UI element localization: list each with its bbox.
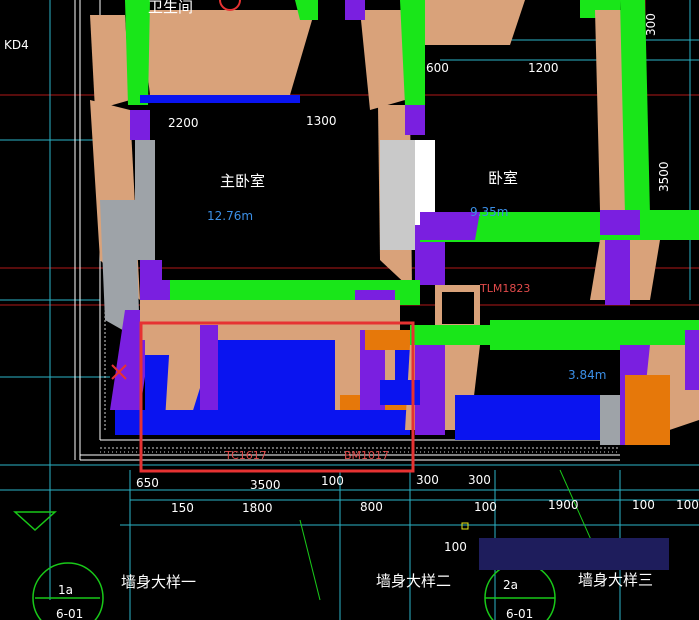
dim-100-c: 100 <box>632 498 655 512</box>
room-master-area: 12.76m <box>207 209 253 223</box>
door-bm: BM1017 <box>344 449 389 462</box>
room-master: 主卧室 <box>220 172 265 190</box>
dim-600: 600 <box>426 61 449 75</box>
door-tc: TC1617 <box>224 449 267 462</box>
dim-1900: 1900 <box>548 498 579 512</box>
dim-1300: 1300 <box>306 114 337 128</box>
dim-300-top: 300 <box>644 13 658 36</box>
dim-650: 650 <box>136 476 159 490</box>
tooltip-overlay <box>479 538 669 570</box>
axis-6-01-left: 6-01 <box>56 607 83 620</box>
dim-100-a: 100 <box>321 474 344 488</box>
top-room-label: 卫生间 <box>148 0 193 16</box>
dim-3500-vertical: 3500 <box>657 161 671 192</box>
dim-1800: 1800 <box>242 501 273 515</box>
circle-marker <box>219 0 241 11</box>
dim-300-a: 300 <box>416 473 439 487</box>
axis-2a: 2a <box>503 578 518 592</box>
dim-800: 800 <box>360 500 383 514</box>
dim-2200: 2200 <box>168 116 199 130</box>
axis-1a: 1a <box>58 583 73 597</box>
dim-300-b: 300 <box>468 473 491 487</box>
detail-label-2: 墙身大样二 <box>376 572 451 590</box>
area-right: 3.84m <box>568 368 606 382</box>
axis-6-01-right: 6-01 <box>506 607 533 620</box>
cad-3d-viewport[interactable]: 卫生间 KD4 600 1200 300 2200 1300 主卧室 12.76… <box>0 0 699 620</box>
snap-point-icon[interactable] <box>461 522 469 530</box>
axis-kd-label: KD4 <box>4 38 29 52</box>
dim-150: 150 <box>171 501 194 515</box>
door-tlm: TLM1823 <box>479 282 530 295</box>
triangle-marker <box>13 511 57 532</box>
detail-label-3: 墙身大样三 <box>578 571 653 589</box>
dim-100-d: 100 <box>676 498 699 512</box>
room-bed: 卧室 <box>488 169 518 187</box>
building-model <box>90 0 699 445</box>
dim-1200: 1200 <box>528 61 559 75</box>
dim-100-e: 100 <box>444 540 467 554</box>
detail-label-1: 墙身大样一 <box>121 573 196 591</box>
dim-100-b: 100 <box>474 500 497 514</box>
room-bed-area: 9.35m <box>470 205 508 219</box>
dim-3500: 3500 <box>250 478 281 492</box>
